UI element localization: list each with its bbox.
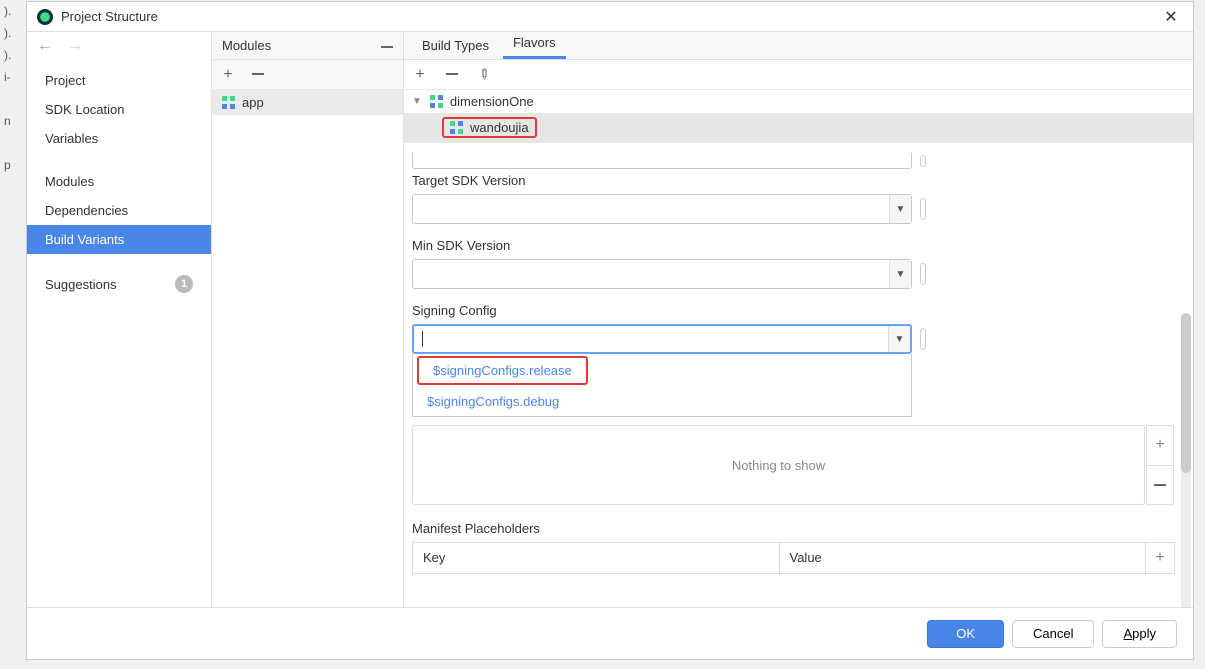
chevron-down-icon: ▼ — [889, 195, 911, 223]
tab-flavors[interactable]: Flavors — [503, 29, 566, 59]
field-handle[interactable] — [920, 198, 926, 220]
tree-flavor[interactable]: wandoujia — [404, 113, 1193, 142]
add-placeholder-icon[interactable]: + — [1146, 543, 1174, 573]
flavor-icon — [450, 121, 464, 135]
manifest-placeholders-label: Manifest Placeholders — [412, 521, 1175, 536]
add-module-icon[interactable]: + — [220, 66, 236, 84]
signing-config-select[interactable]: ▼ — [412, 324, 912, 354]
collapse-icon[interactable] — [381, 38, 393, 53]
scrollbar-thumb[interactable] — [1181, 313, 1191, 473]
nav-modules[interactable]: Modules — [27, 167, 211, 196]
remove-flavor-icon[interactable] — [444, 66, 460, 84]
manifest-table-header: Key Value + — [412, 542, 1175, 574]
titlebar: Project Structure ✕ — [27, 2, 1193, 32]
suggestions-badge: 1 — [175, 275, 193, 293]
caret-down-icon: ▼ — [412, 96, 422, 107]
nav-sdk-location[interactable]: SDK Location — [27, 95, 211, 124]
add-flavor-icon[interactable]: + — [412, 66, 428, 84]
chevron-down-icon: ▼ — [888, 326, 910, 352]
app-icon — [37, 9, 53, 25]
tree-dimension[interactable]: ▼ dimensionOne — [404, 90, 1193, 113]
nav-suggestions[interactable]: Suggestions 1 — [27, 268, 211, 300]
tree-dimension-label: dimensionOne — [450, 94, 534, 109]
min-sdk-label: Min SDK Version — [412, 238, 1175, 253]
window-title: Project Structure — [61, 9, 1159, 24]
edit-icon[interactable]: ✎ — [476, 66, 492, 84]
detail-panel: Build Types Flavors + ✎ ▼ dimensionOne w… — [404, 32, 1193, 607]
nav-sidebar: ← → Project SDK Location Variables Modul… — [27, 32, 212, 607]
dropdown-item-debug[interactable]: $signingConfigs.debug — [413, 387, 911, 416]
chevron-down-icon: ▼ — [889, 260, 911, 288]
field-handle[interactable] — [920, 155, 926, 167]
apply-button[interactable]: Apply — [1102, 620, 1177, 648]
modules-panel: Modules + app — [212, 32, 404, 607]
scrollbar[interactable] — [1181, 313, 1191, 607]
back-icon[interactable]: ← — [37, 37, 53, 55]
dimension-icon — [430, 95, 444, 109]
modules-header: Modules — [222, 38, 271, 53]
field-handle[interactable] — [920, 328, 926, 350]
signing-config-dropdown: $signingConfigs.release $signingConfigs.… — [412, 354, 912, 417]
nav-suggestions-label: Suggestions — [45, 277, 117, 292]
project-structure-dialog: Project Structure ✕ ← → Project SDK Loca… — [26, 1, 1194, 660]
tree-flavor-label: wandoujia — [470, 120, 529, 135]
module-item-app[interactable]: app — [212, 90, 403, 115]
dropdown-item-release[interactable]: $signingConfigs.release — [419, 358, 586, 383]
text-cursor — [422, 331, 423, 347]
remove-module-icon[interactable] — [250, 66, 266, 84]
hidden-field-partial[interactable] — [412, 153, 912, 169]
empty-message: Nothing to show — [732, 458, 825, 473]
background-text: ).).).i- n p — [0, 0, 26, 669]
nav-dependencies[interactable]: Dependencies — [27, 196, 211, 225]
forward-icon[interactable]: → — [67, 37, 83, 55]
target-sdk-label: Target SDK Version — [412, 173, 1175, 188]
cancel-button[interactable]: Cancel — [1012, 620, 1094, 648]
empty-table: Nothing to show + — [412, 425, 1145, 505]
nav-variables[interactable]: Variables — [27, 124, 211, 153]
close-icon[interactable]: ✕ — [1159, 7, 1183, 27]
highlight-annotation: wandoujia — [442, 117, 537, 138]
add-row-icon[interactable]: + — [1147, 426, 1173, 466]
min-sdk-select[interactable]: ▼ — [412, 259, 912, 289]
highlight-annotation: $signingConfigs.release — [417, 356, 588, 385]
module-label: app — [242, 95, 264, 110]
field-handle[interactable] — [920, 263, 926, 285]
target-sdk-select[interactable]: ▼ — [412, 194, 912, 224]
tab-build-types[interactable]: Build Types — [412, 32, 499, 59]
nav-project[interactable]: Project — [27, 66, 211, 95]
col-value: Value — [780, 543, 1147, 573]
col-key: Key — [413, 543, 780, 573]
nav-build-variants[interactable]: Build Variants — [27, 225, 211, 254]
signing-config-label: Signing Config — [412, 303, 1175, 318]
ok-button[interactable]: OK — [927, 620, 1004, 648]
module-icon — [222, 96, 236, 110]
remove-row-icon[interactable] — [1147, 466, 1173, 505]
